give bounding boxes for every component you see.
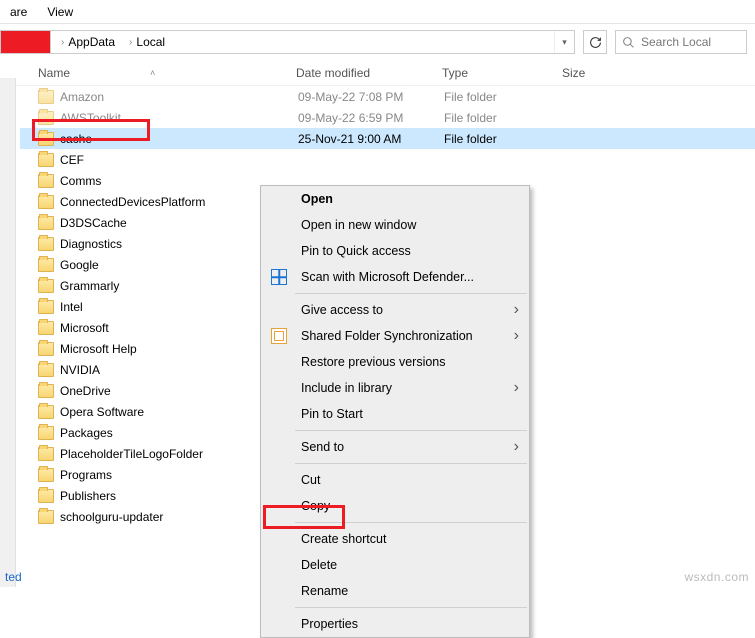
- col-date[interactable]: Date modified: [296, 66, 442, 80]
- breadcrumb-label: Local: [136, 35, 165, 49]
- folder-icon: [38, 405, 54, 419]
- ctx-label: Scan with Microsoft Defender...: [301, 270, 474, 284]
- ctx-give-access[interactable]: Give access to: [261, 297, 529, 323]
- separator: [295, 293, 527, 294]
- status-bar: ted: [5, 570, 22, 584]
- folder-type: File folder: [444, 111, 564, 125]
- folder-icon: [38, 258, 54, 272]
- separator: [295, 522, 527, 523]
- folder-icon: [38, 153, 54, 167]
- defender-icon: [271, 269, 287, 285]
- col-size[interactable]: Size: [562, 66, 642, 80]
- sort-asc-icon: ˄: [150, 68, 155, 78]
- ctx-create-shortcut[interactable]: Create shortcut: [261, 526, 529, 552]
- folder-row[interactable]: cache25-Nov-21 9:00 AMFile folder: [20, 128, 755, 149]
- ribbon-tab-view[interactable]: View: [37, 1, 83, 23]
- folder-icon: [38, 90, 54, 104]
- ctx-scan-defender[interactable]: Scan with Microsoft Defender...: [261, 264, 529, 290]
- folder-icon: [38, 300, 54, 314]
- folder-date: 25-Nov-21 9:00 AM: [298, 132, 444, 146]
- ribbon-tabs: are View: [0, 0, 755, 24]
- ctx-open-new-window[interactable]: Open in new window: [261, 212, 529, 238]
- address-bar[interactable]: › AppData › Local ▾: [0, 30, 575, 54]
- folder-icon: [38, 279, 54, 293]
- folder-name: Amazon: [60, 90, 298, 104]
- folder-row[interactable]: CEF: [20, 149, 755, 170]
- col-type[interactable]: Type: [442, 66, 562, 80]
- folder-icon: [38, 447, 54, 461]
- search-placeholder: Search Local: [641, 35, 711, 49]
- folder-icon: [38, 489, 54, 503]
- folder-icon: [38, 363, 54, 377]
- ctx-pin-start[interactable]: Pin to Start: [261, 401, 529, 427]
- ctx-open[interactable]: Open: [261, 186, 529, 212]
- folder-row[interactable]: Amazon09-May-22 7:08 PMFile folder: [20, 86, 755, 107]
- ctx-pin-quick-access[interactable]: Pin to Quick access: [261, 238, 529, 264]
- folder-icon: [38, 468, 54, 482]
- folder-icon: [38, 195, 54, 209]
- folder-row[interactable]: AWSToolkit09-May-22 6:59 PMFile folder: [20, 107, 755, 128]
- folder-date: 09-May-22 7:08 PM: [298, 90, 444, 104]
- refresh-button[interactable]: [583, 30, 607, 54]
- chevron-right-icon: ›: [61, 37, 64, 48]
- shared-folder-icon: [271, 328, 287, 344]
- ribbon-tab-share[interactable]: are: [0, 1, 37, 23]
- ctx-copy[interactable]: Copy: [261, 493, 529, 519]
- ctx-include-library[interactable]: Include in library: [261, 375, 529, 401]
- search-box[interactable]: Search Local: [615, 30, 747, 54]
- folder-type: File folder: [444, 90, 564, 104]
- ctx-send-to[interactable]: Send to: [261, 434, 529, 460]
- separator: [295, 607, 527, 608]
- folder-name: CEF: [60, 153, 298, 167]
- folder-date: 09-May-22 6:59 PM: [298, 111, 444, 125]
- folder-icon: [38, 132, 54, 146]
- search-icon: [622, 36, 635, 49]
- folder-name: cache: [60, 132, 298, 146]
- folder-name: AWSToolkit: [60, 111, 298, 125]
- address-row: › AppData › Local ▾ Search Local: [0, 24, 755, 60]
- watermark: wsxdn.com: [684, 570, 749, 584]
- chevron-right-icon: ›: [129, 37, 132, 48]
- col-name[interactable]: Name ˄: [38, 66, 296, 80]
- folder-type: File folder: [444, 132, 564, 146]
- refresh-icon: [589, 36, 602, 49]
- col-name-label: Name: [38, 66, 70, 80]
- ctx-restore-versions[interactable]: Restore previous versions: [261, 349, 529, 375]
- folder-icon: [38, 342, 54, 356]
- context-menu: Open Open in new window Pin to Quick acc…: [260, 185, 530, 638]
- breadcrumb-local[interactable]: › Local: [119, 31, 169, 53]
- address-dropdown[interactable]: ▾: [554, 31, 574, 53]
- folder-icon: [38, 321, 54, 335]
- column-headers: Name ˄ Date modified Type Size: [0, 60, 755, 86]
- ctx-shared-folder-sync[interactable]: Shared Folder Synchronization: [261, 323, 529, 349]
- folder-icon: [38, 237, 54, 251]
- folder-icon: [38, 426, 54, 440]
- breadcrumb-label: AppData: [68, 35, 115, 49]
- folder-icon: [38, 384, 54, 398]
- ctx-properties[interactable]: Properties: [261, 611, 529, 637]
- separator: [295, 430, 527, 431]
- ctx-label: Shared Folder Synchronization: [301, 329, 473, 343]
- folder-icon: [38, 510, 54, 524]
- folder-icon: [38, 174, 54, 188]
- separator: [295, 463, 527, 464]
- ctx-cut[interactable]: Cut: [261, 467, 529, 493]
- folder-icon: [38, 111, 54, 125]
- ctx-rename[interactable]: Rename: [261, 578, 529, 604]
- ctx-delete[interactable]: Delete: [261, 552, 529, 578]
- breadcrumb-appdata[interactable]: › AppData: [51, 31, 119, 53]
- folder-icon: [38, 216, 54, 230]
- breadcrumb-root-redacted[interactable]: [1, 31, 51, 53]
